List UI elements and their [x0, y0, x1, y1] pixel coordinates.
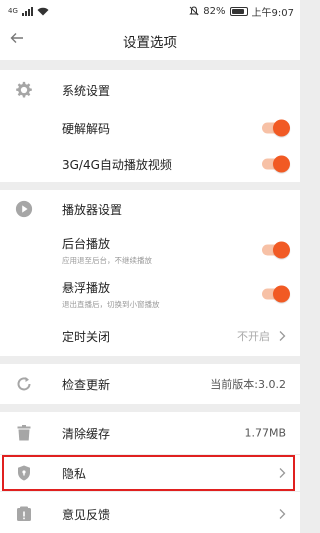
gear-icon: [14, 80, 34, 100]
cache-section: 清除缓存 1.77MB: [0, 412, 300, 454]
hw-decode-row: 硬解解码: [0, 110, 300, 146]
system-settings-title: 系统设置: [62, 83, 111, 98]
status-bar: 4G 82% 上午9:07: [0, 0, 300, 22]
timer-off-value: 不开启: [237, 330, 270, 343]
player-settings-title: 播放器设置: [62, 202, 123, 217]
chevron-right-icon: [279, 464, 286, 483]
background-play-label: 后台播放: [62, 236, 111, 251]
refresh-icon: [14, 374, 34, 394]
signal-icon: [21, 6, 33, 16]
feedback-icon: [14, 504, 34, 524]
page-title: 设置选项: [123, 35, 177, 51]
trash-icon: [14, 423, 34, 443]
float-play-row: 悬浮播放 退出直播后，切换到小窗播放: [0, 272, 300, 316]
feedback-row[interactable]: 意见反馈: [0, 492, 300, 533]
hw-decode-label: 硬解解码: [62, 121, 111, 136]
privacy-section: 隐私: [0, 455, 300, 491]
system-settings-section: 系统设置 硬解解码 3G/4G自动播放视频: [0, 70, 300, 182]
shield-icon: [14, 463, 34, 483]
check-update-label: 检查更新: [62, 377, 111, 392]
play-circle-icon: [14, 199, 34, 219]
chevron-right-icon: [279, 505, 286, 524]
autoplay-3g-row: 3G/4G自动播放视频: [0, 146, 300, 182]
background-play-sub: 应用退至后台，不继续播放: [62, 255, 152, 265]
feedback-label: 意见反馈: [62, 507, 111, 522]
mute-bell-icon: [189, 6, 200, 16]
float-play-toggle[interactable]: [262, 285, 290, 303]
status-left: 4G: [8, 6, 49, 16]
system-settings-header: 系统设置: [0, 70, 300, 110]
battery-icon: [229, 6, 248, 16]
update-section: 检查更新 当前版本:3.0.2: [0, 364, 300, 404]
clear-cache-label: 清除缓存: [62, 426, 111, 441]
float-play-sub: 退出直播后，切换到小窗播放: [62, 299, 160, 309]
check-update-row[interactable]: 检查更新 当前版本:3.0.2: [0, 364, 300, 404]
timer-off-row[interactable]: 定时关闭 不开启: [0, 316, 300, 356]
background-play-row: 后台播放 应用退至后台，不继续播放: [0, 228, 300, 272]
title-bar: 设置选项: [0, 22, 300, 60]
timer-off-label: 定时关闭: [62, 329, 111, 344]
background-play-toggle[interactable]: [262, 241, 290, 259]
cache-size-value: 1.77MB: [244, 426, 286, 440]
player-settings-section: 播放器设置 后台播放 应用退至后台，不继续播放 悬浮播放 退出直播后，切换到小窗…: [0, 190, 300, 356]
privacy-label: 隐私: [62, 466, 87, 481]
version-value: 当前版本:3.0.2: [210, 378, 286, 391]
status-right: 82% 上午9:07: [189, 4, 294, 19]
privacy-row[interactable]: 隐私: [0, 455, 300, 491]
clock: 上午9:07: [251, 7, 294, 19]
wifi-icon: [37, 7, 49, 15]
float-play-label: 悬浮播放: [62, 280, 111, 295]
clear-cache-row[interactable]: 清除缓存 1.77MB: [0, 412, 300, 454]
feedback-section: 意见反馈: [0, 492, 300, 533]
battery-percent: 82%: [203, 5, 226, 17]
autoplay-3g-toggle[interactable]: [262, 155, 290, 173]
carrier-label: 4G: [8, 7, 18, 15]
hw-decode-toggle[interactable]: [262, 119, 290, 137]
chevron-right-icon: [279, 327, 286, 346]
player-settings-header: 播放器设置: [0, 190, 300, 228]
arrow-left-icon[interactable]: [10, 31, 24, 49]
autoplay-3g-label: 3G/4G自动播放视频: [62, 157, 172, 172]
